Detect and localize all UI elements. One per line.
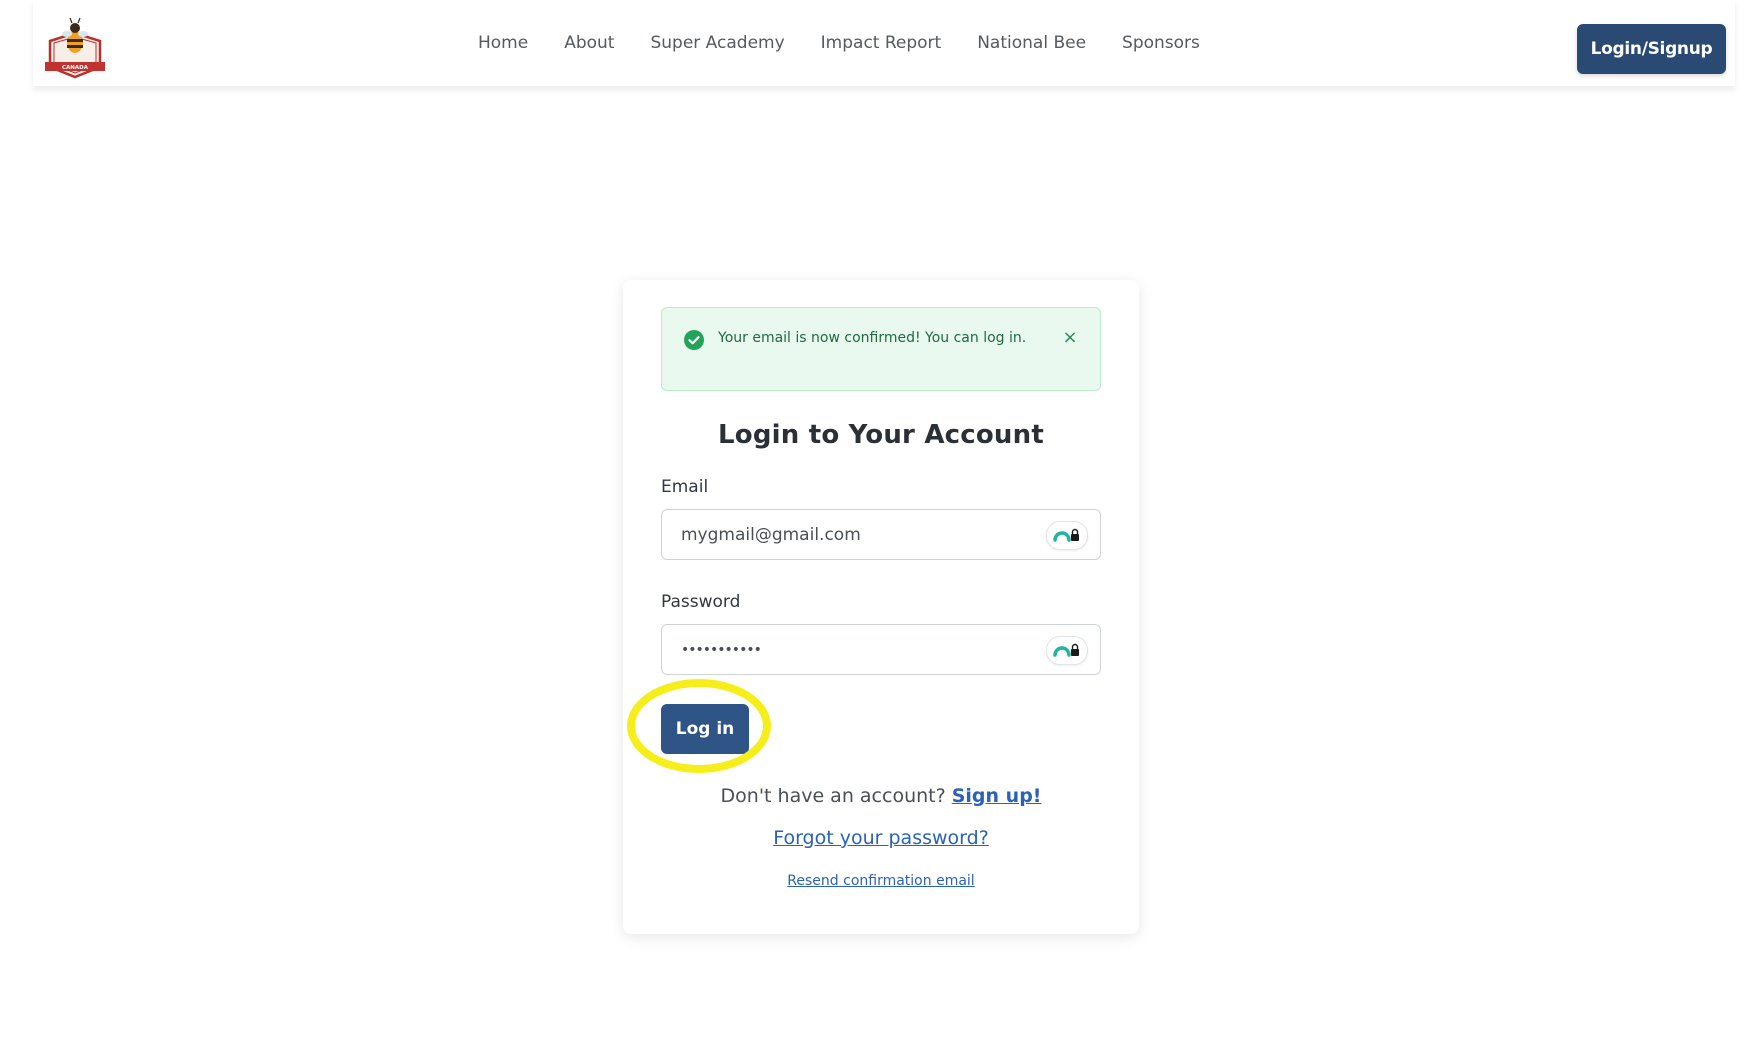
- email-field-wrapper: [661, 509, 1101, 560]
- spelling-bee-logo[interactable]: CANADA: [44, 15, 106, 81]
- nav-sponsors[interactable]: Sponsors: [1122, 33, 1200, 53]
- log-in-button[interactable]: Log in: [661, 704, 749, 754]
- password-manager-icon[interactable]: [1046, 521, 1088, 550]
- nav-national-bee[interactable]: National Bee: [977, 33, 1086, 53]
- check-circle-icon: [684, 330, 704, 350]
- nav-about[interactable]: About: [564, 33, 614, 53]
- success-alert: Your email is now confirmed! You can log…: [661, 307, 1101, 391]
- nav-super-academy[interactable]: Super Academy: [650, 33, 784, 53]
- forgot-password-line: Forgot your password?: [623, 827, 1139, 849]
- email-field[interactable]: [662, 510, 1022, 559]
- password-label: Password: [661, 592, 741, 612]
- password-field[interactable]: [662, 625, 1022, 674]
- close-icon[interactable]: ×: [1062, 329, 1078, 347]
- logo-text: CANADA: [62, 65, 89, 71]
- email-label: Email: [661, 477, 709, 497]
- signup-prompt-line: Don't have an account? Sign up!: [623, 785, 1139, 807]
- main-nav: Home About Super Academy Impact Report N…: [478, 0, 1200, 86]
- nav-home[interactable]: Home: [478, 33, 528, 53]
- resend-confirmation-link[interactable]: Resend confirmation email: [787, 873, 974, 889]
- top-navbar: CANADA Home About Super Academy Impact R…: [33, 0, 1735, 86]
- password-field-wrapper: [661, 624, 1101, 675]
- login-signup-button[interactable]: Login/Signup: [1577, 24, 1726, 74]
- alert-message: Your email is now confirmed! You can log…: [718, 330, 1027, 346]
- forgot-password-link[interactable]: Forgot your password?: [773, 827, 989, 849]
- signup-prompt: Don't have an account?: [720, 785, 946, 807]
- page-title: Login to Your Account: [717, 420, 1044, 450]
- login-card: Your email is now confirmed! You can log…: [623, 280, 1139, 934]
- sign-up-link[interactable]: Sign up!: [952, 785, 1042, 807]
- password-manager-icon[interactable]: [1046, 636, 1088, 665]
- resend-confirmation-line: Resend confirmation email: [623, 873, 1139, 889]
- nav-impact-report[interactable]: Impact Report: [821, 33, 942, 53]
